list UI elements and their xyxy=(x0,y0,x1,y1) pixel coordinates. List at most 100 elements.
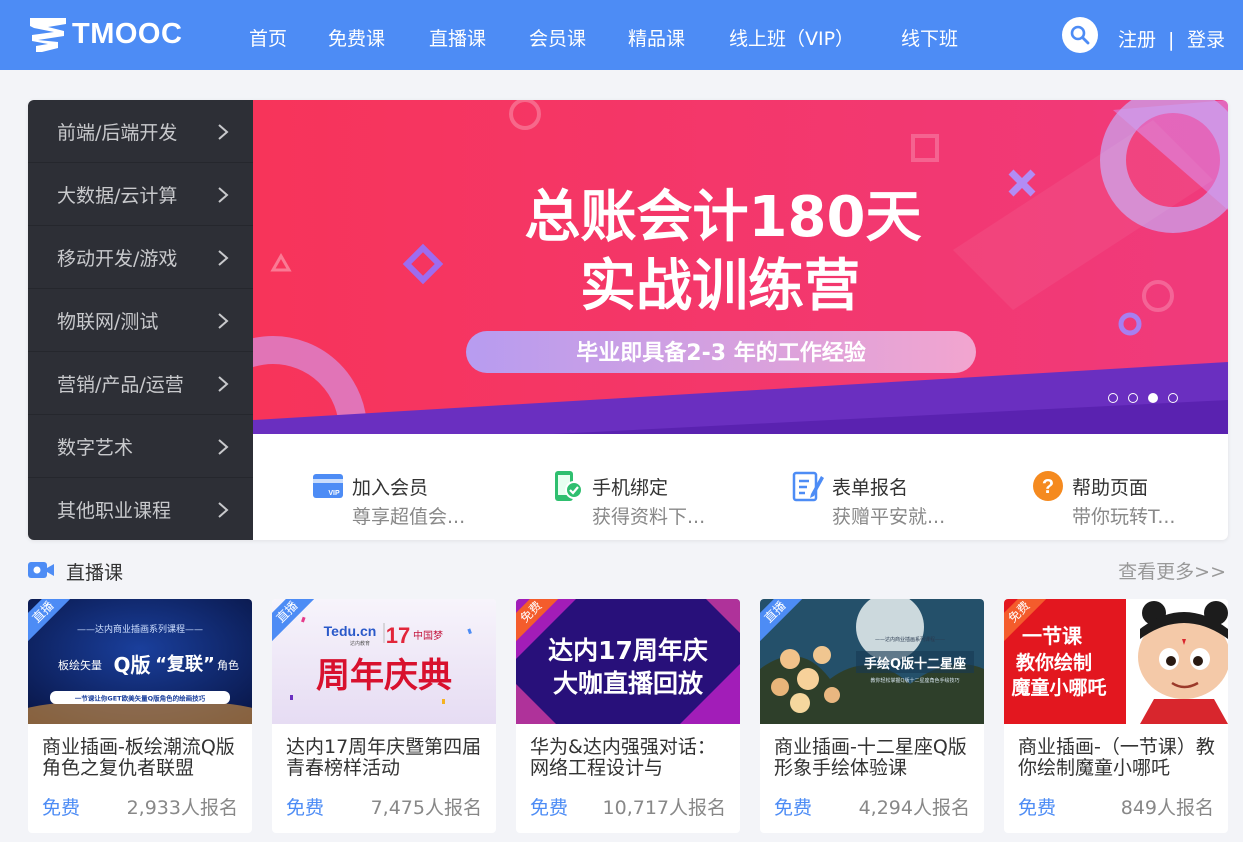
sidebar-item-bigdata-cloud[interactable]: 大数据/云计算 xyxy=(28,163,253,226)
logo-text: TMOOC xyxy=(72,17,183,50)
enrollment-count: 4,294人报名 xyxy=(858,797,970,819)
sidebar-item-iot-testing[interactable]: 物联网/测试 xyxy=(28,289,253,352)
thumb-line2: 大咖直播回放 xyxy=(553,669,704,698)
thumb-brand-sub: 达内教育 xyxy=(350,640,370,647)
sidebar-item-label: 其他职业课程 xyxy=(57,500,172,522)
course-thumbnail: Tedu.cn 达内教育 17 中国梦 周年庆典 直播 xyxy=(272,599,496,724)
carousel-dot[interactable] xyxy=(1128,393,1138,403)
thumb-bar-text: 教你轻松掌握Q版十二星座角色手绘技巧 xyxy=(871,677,960,684)
carousel-dots xyxy=(1108,393,1178,403)
register-link[interactable]: 注册 xyxy=(1118,0,1156,70)
chevron-right-icon xyxy=(218,439,229,455)
carousel-dot[interactable] xyxy=(1168,393,1178,403)
course-card[interactable]: ——达内商业插画系列课程—— 手绘Q版十二星座 教你轻松掌握Q版十二星座角色手绘… xyxy=(760,599,984,833)
thumb-line3: 魔童小哪吒 xyxy=(1011,676,1106,699)
course-thumbnail: 一节课 教你绘制 魔童小哪吒 免费 xyxy=(1004,599,1228,724)
quick-link-title: 加入会员 xyxy=(352,477,429,499)
chevron-right-icon xyxy=(218,313,229,329)
banner-graphic: 总账会计180天 实战训练营 毕业即具备2-3 年的工作经验 xyxy=(253,100,1228,434)
nav-member-courses[interactable]: 会员课 xyxy=(529,0,586,70)
thumb-series-label: ——达内商业插画系列课程—— xyxy=(77,623,203,635)
sidebar-item-mobile-games[interactable]: 移动开发/游戏 xyxy=(28,226,253,289)
live-section-header: 直播课 查看更多>> xyxy=(28,556,1228,586)
svg-text:?: ? xyxy=(1042,476,1054,498)
view-more-link[interactable]: 查看更多>> xyxy=(1118,557,1226,584)
enrollment-count: 10,717人报名 xyxy=(602,797,726,819)
thumb-main-title: 手绘Q版十二星座 xyxy=(864,656,966,672)
banner-title-line1: 总账会计180天 xyxy=(525,185,922,250)
quick-link-phone-binding[interactable]: 手机绑定 获得资料下... xyxy=(552,470,752,530)
sidebar-item-frontend-backend[interactable]: 前端/后端开发 xyxy=(28,100,253,163)
phone-check-icon xyxy=(555,471,583,501)
carousel-dot[interactable] xyxy=(1108,393,1118,403)
section-title: 直播课 xyxy=(66,562,124,584)
course-card[interactable]: Tedu.cn 达内教育 17 中国梦 周年庆典 直播 达内17周年庆暨第四届青… xyxy=(272,599,496,833)
thumb-line1: 达内17周年庆 xyxy=(548,636,708,665)
quick-link-form-signup[interactable]: 表单报名 获赠平安就... xyxy=(792,470,992,530)
course-thumbnail: ——达内商业插画系列课程—— 手绘Q版十二星座 教你轻松掌握Q版十二星座角色手绘… xyxy=(760,599,984,724)
thumb-series-label: ——达内商业插画系列课程—— xyxy=(875,636,945,643)
course-title[interactable]: 商业插画-（一节课）教你绘制魔童小哪吒 xyxy=(1018,737,1218,781)
chevron-right-icon xyxy=(218,376,229,392)
course-thumbnail: 达内17周年庆 大咖直播回放 免费 xyxy=(516,599,740,724)
logo[interactable]: TMOOC xyxy=(28,14,182,54)
sidebar-item-other-courses[interactable]: 其他职业课程 xyxy=(28,478,253,540)
enrollment-count: 7,475人报名 xyxy=(370,797,482,819)
thumb-prefix: 板绘矢量 xyxy=(58,658,102,672)
search-button[interactable] xyxy=(1062,17,1098,53)
sidebar-item-label: 移动开发/游戏 xyxy=(57,248,178,270)
nav-free-courses[interactable]: 免费课 xyxy=(328,0,385,70)
nav-online-vip[interactable]: 线上班（VIP） xyxy=(729,0,854,70)
sidebar-item-label: 物联网/测试 xyxy=(57,311,159,333)
sidebar-item-label: 数字艺术 xyxy=(57,437,134,459)
nav-premium-courses[interactable]: 精品课 xyxy=(628,0,685,70)
chevron-right-icon xyxy=(218,124,229,140)
course-price: 免费 xyxy=(42,797,81,819)
sidebar-item-label: 前端/后端开发 xyxy=(57,122,178,144)
sidebar-item-label: 大数据/云计算 xyxy=(57,185,178,207)
course-title[interactable]: 达内17周年庆暨第四届青春榜样活动 xyxy=(286,737,486,781)
course-thumbnail: ——达内商业插画系列课程—— 板绘矢量 Q版 “复联” 角色 一节课让你GET欧… xyxy=(28,599,252,724)
course-price: 免费 xyxy=(774,797,813,819)
thumb-bar-text: 一节课让你GET欧美矢量Q版角色的绘画技巧 xyxy=(75,694,206,703)
quick-link-subtitle: 获得资料下... xyxy=(592,506,706,528)
course-card[interactable]: 一节课 教你绘制 魔童小哪吒 免费 商业插画-（一节课）教你绘制魔童小哪吒 免费… xyxy=(1004,599,1228,833)
quick-link-subtitle: 获赠平安就... xyxy=(832,506,946,528)
chevron-right-icon xyxy=(218,187,229,203)
quick-link-join-member[interactable]: VIP 加入会员 尊享超值会... xyxy=(312,470,512,530)
chevron-right-icon xyxy=(218,502,229,518)
course-card[interactable]: 达内17周年庆 大咖直播回放 免费 华为&达内强强对话：网络工程设计与 免费 1… xyxy=(516,599,740,833)
hero-card: 前端/后端开发 大数据/云计算 移动开发/游戏 物联网/测试 营销/产品/运营 … xyxy=(28,100,1228,540)
promo-banner[interactable]: 总账会计180天 实战训练营 毕业即具备2-3 年的工作经验 xyxy=(253,100,1228,434)
thumb-tail-text: 角色 xyxy=(217,658,239,672)
course-price: 免费 xyxy=(530,797,569,819)
sidebar-item-marketing-product[interactable]: 营销/产品/运营 xyxy=(28,352,253,415)
login-link[interactable]: 登录 xyxy=(1187,0,1225,70)
vip-card-icon: VIP xyxy=(313,474,343,498)
nav-home[interactable]: 首页 xyxy=(249,0,287,70)
thumb-line2: 教你绘制 xyxy=(1016,651,1092,674)
course-price: 免费 xyxy=(286,797,325,819)
course-title[interactable]: 华为&达内强强对话：网络工程设计与 xyxy=(530,737,730,781)
quick-link-title: 手机绑定 xyxy=(592,477,669,499)
thumb-quote-text: “复联” xyxy=(155,653,215,675)
thumb-dream: 中国梦 xyxy=(413,629,443,642)
banner-subtitle: 毕业即具备2-3 年的工作经验 xyxy=(576,340,865,366)
enrollment-count: 2,933人报名 xyxy=(126,797,238,819)
quick-link-subtitle: 尊享超值会... xyxy=(352,506,466,528)
nav-offline-class[interactable]: 线下班 xyxy=(901,0,958,70)
help-icon: ? xyxy=(1033,471,1063,501)
enrollment-count: 849人报名 xyxy=(1120,797,1214,819)
thumb-anniv-number: 17 xyxy=(386,623,410,648)
carousel-dot-active[interactable] xyxy=(1148,393,1158,403)
nav-live-courses[interactable]: 直播课 xyxy=(429,0,486,70)
thumb-line1: 一节课 xyxy=(1022,624,1083,648)
quick-link-subtitle: 带你玩转T... xyxy=(1072,506,1176,528)
course-price: 免费 xyxy=(1018,797,1057,819)
thumb-main-title: 周年庆典 xyxy=(316,656,452,696)
course-title[interactable]: 商业插画-板绘潮流Q版角色之复仇者联盟 xyxy=(42,737,242,781)
course-title[interactable]: 商业插画-十二星座Q版形象手绘体验课 xyxy=(774,737,974,781)
sidebar-item-digital-art[interactable]: 数字艺术 xyxy=(28,415,253,478)
course-card[interactable]: ——达内商业插画系列课程—— 板绘矢量 Q版 “复联” 角色 一节课让你GET欧… xyxy=(28,599,252,833)
quick-link-help[interactable]: ? 帮助页面 带你玩转T... xyxy=(1032,470,1228,530)
